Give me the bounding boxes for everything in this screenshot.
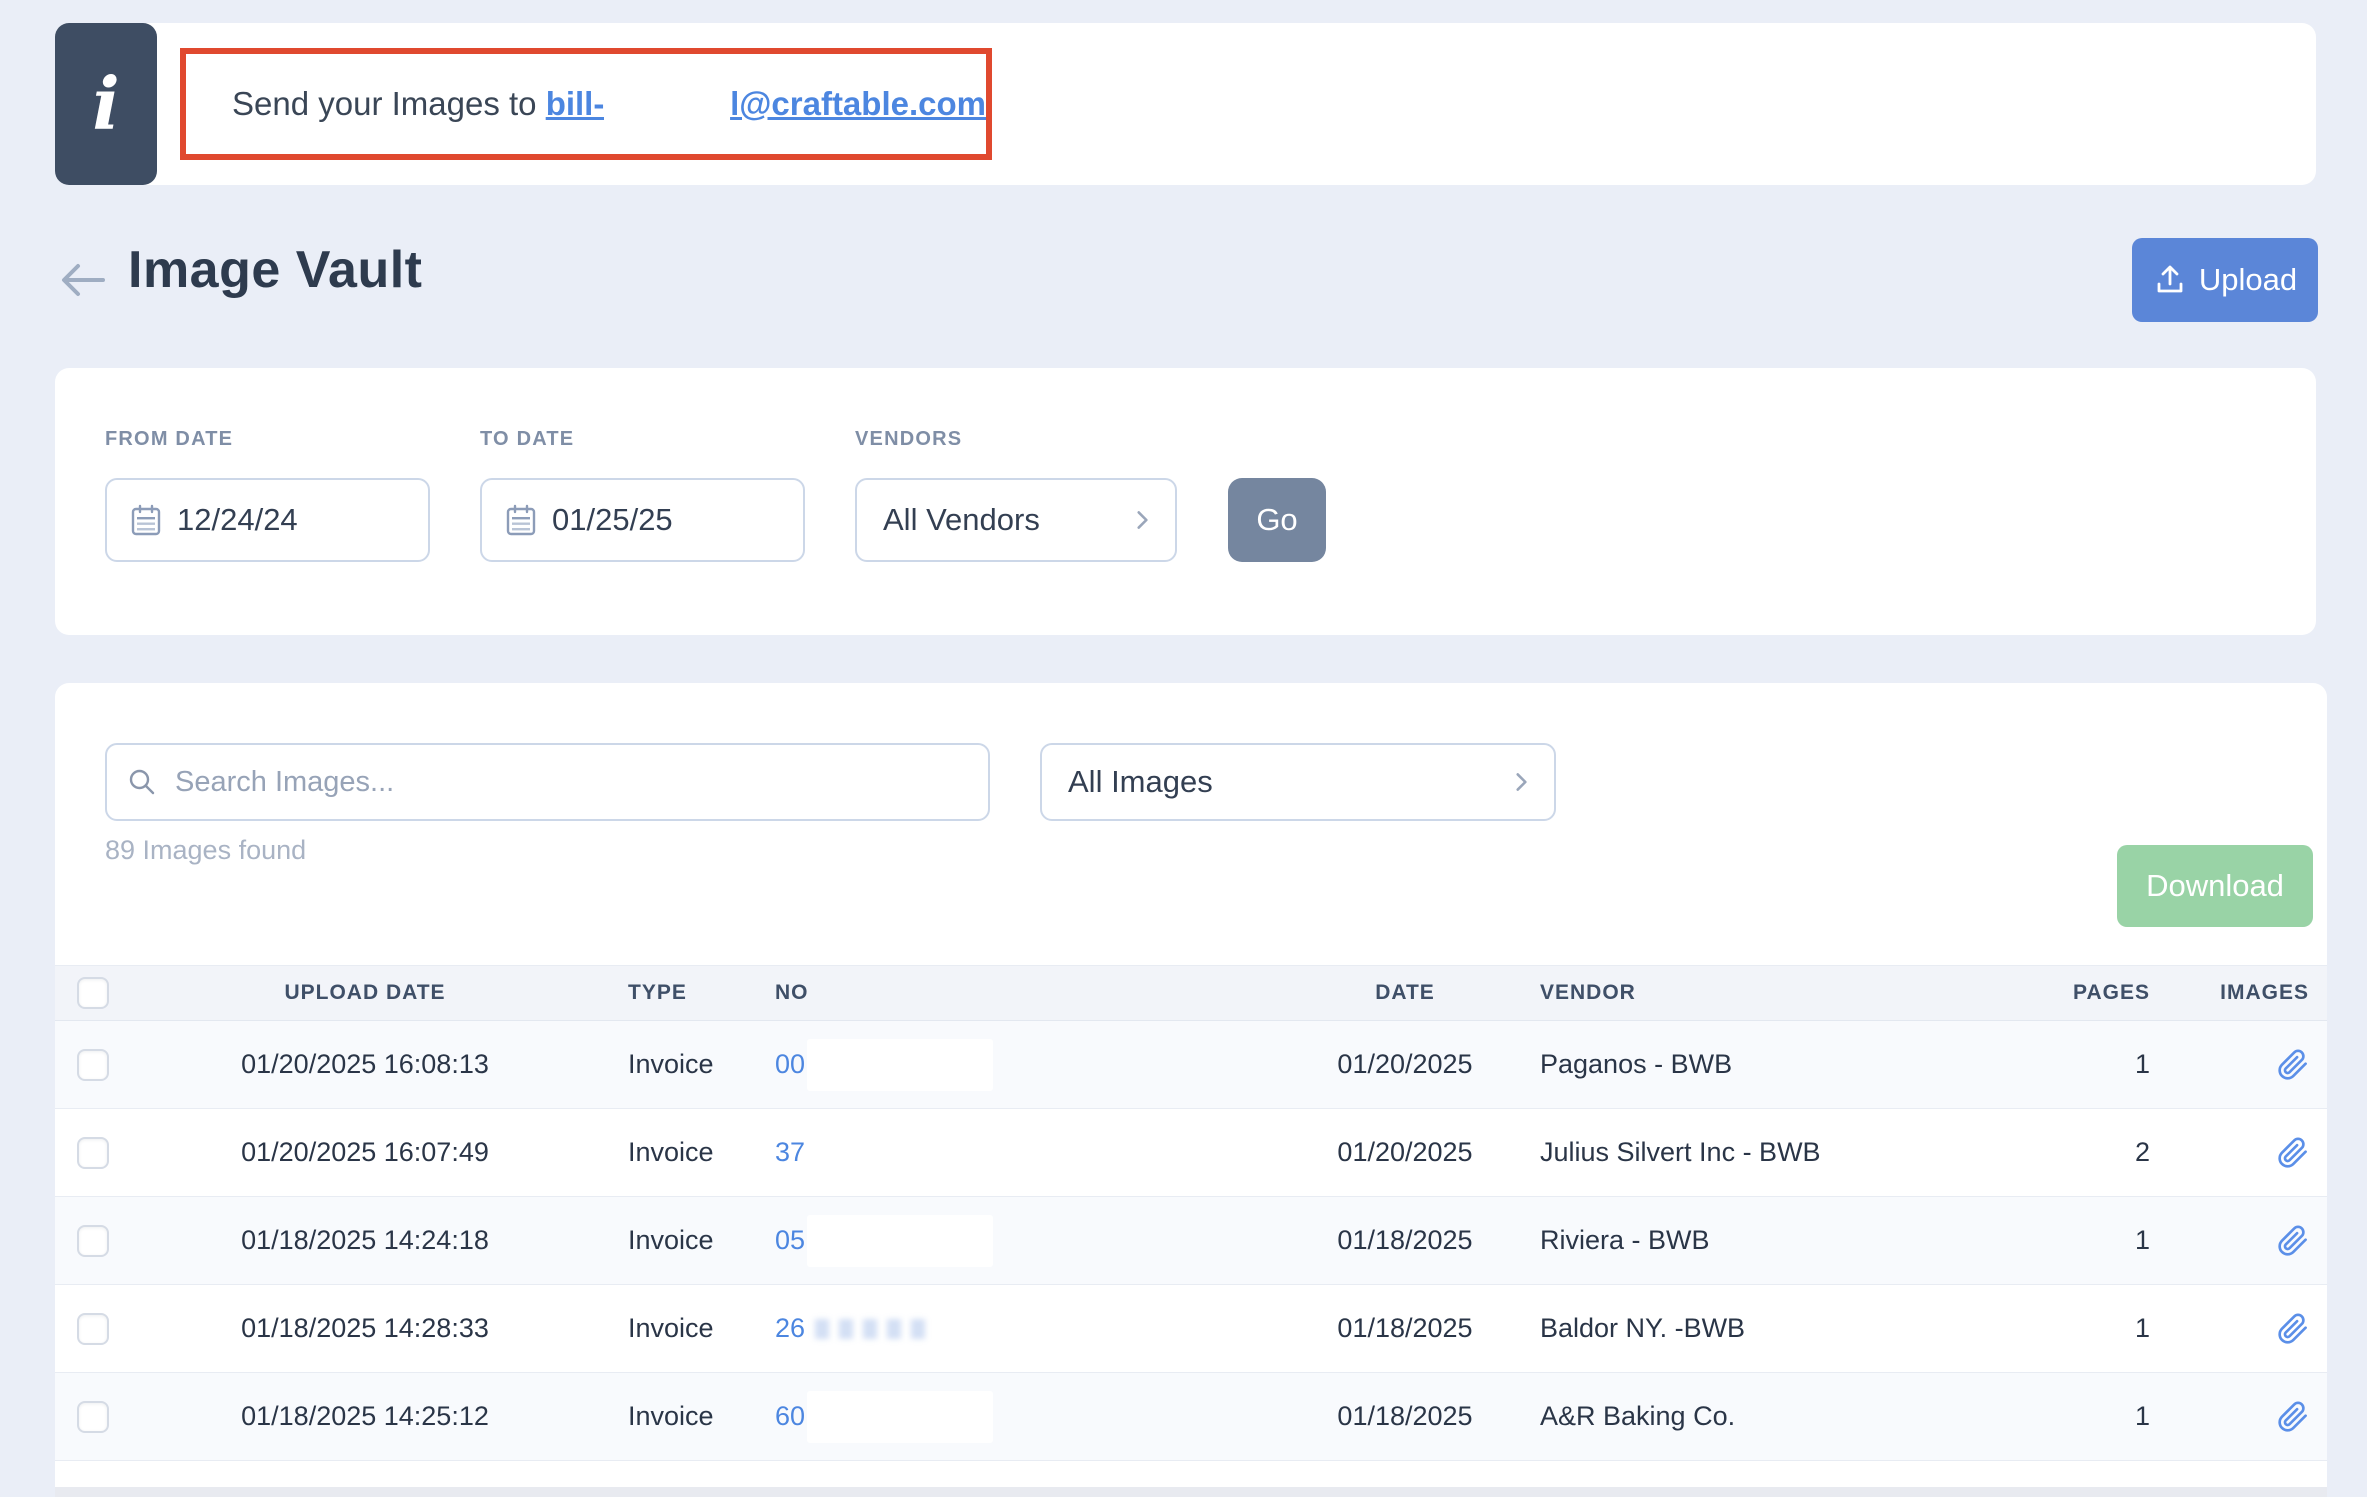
email-redaction-box: [604, 82, 730, 126]
cell-type: Invoice: [600, 1401, 755, 1432]
search-input[interactable]: [173, 765, 968, 800]
banner-message: Send your Images to: [232, 85, 546, 123]
cell-vendor: Baldor NY. -BWB: [1495, 1313, 1985, 1344]
cell-pages: 1: [1985, 1401, 2150, 1432]
upload-email-link-part1[interactable]: bill-: [546, 85, 605, 123]
cell-upload-date: 01/18/2025 14:24:18: [130, 1225, 600, 1256]
table-header: UPLOAD DATE TYPE NO DATE VENDOR PAGES IM…: [55, 965, 2327, 1021]
table-row: 01/20/2025 16:07:49 Invoice 37 01/20/202…: [55, 1109, 2327, 1197]
select-all-checkbox[interactable]: [77, 977, 109, 1009]
chevron-right-icon: [1508, 769, 1534, 795]
cell-upload-date: 01/18/2025 14:28:33: [130, 1313, 600, 1344]
column-images: IMAGES: [2150, 981, 2327, 1005]
cell-date: 01/18/2025: [1315, 1313, 1495, 1344]
calendar-icon: [506, 504, 536, 536]
search-box: [105, 743, 990, 821]
upload-icon: [2153, 263, 2187, 297]
column-pages: PAGES: [1985, 981, 2150, 1005]
info-banner: i Send your Images to bill-l@craftable.c…: [55, 23, 2316, 185]
image-type-dropdown[interactable]: All Images: [1040, 743, 1556, 821]
chevron-right-icon: [1129, 507, 1155, 533]
to-date-label: TO DATE: [480, 428, 574, 451]
upload-button[interactable]: Upload: [2132, 238, 2318, 322]
column-vendor: VENDOR: [1495, 981, 1985, 1005]
from-date-input[interactable]: 12/24/24: [105, 478, 430, 562]
cell-vendor: Paganos - BWB: [1495, 1049, 1985, 1080]
download-button[interactable]: Download: [2117, 845, 2313, 927]
attachment-paperclip-icon[interactable]: [2150, 1313, 2327, 1345]
info-icon: i: [55, 23, 157, 185]
image-type-dropdown-value: All Images: [1068, 764, 1213, 800]
calendar-icon: [131, 504, 161, 536]
filter-panel: FROM DATE TO DATE VENDORS 12/24/24: [55, 368, 2316, 635]
attachment-paperclip-icon[interactable]: [2150, 1137, 2327, 1169]
back-arrow-icon[interactable]: [57, 258, 109, 302]
results-count: 89 Images found: [105, 835, 306, 866]
table-row: 01/18/2025 14:24:18 Invoice 05 01/18/202…: [55, 1197, 2327, 1285]
attachment-paperclip-icon[interactable]: [2150, 1049, 2327, 1081]
row-checkbox[interactable]: [77, 1225, 109, 1257]
cell-upload-date: 01/20/2025 16:07:49: [130, 1137, 600, 1168]
row-checkbox[interactable]: [77, 1049, 109, 1081]
cell-type: Invoice: [600, 1137, 755, 1168]
to-date-input[interactable]: 01/25/25: [480, 478, 805, 562]
column-type: TYPE: [600, 981, 755, 1005]
attachment-paperclip-icon[interactable]: [2150, 1225, 2327, 1257]
column-no: NO: [755, 981, 1315, 1005]
cell-pages: 1: [1985, 1225, 2150, 1256]
table-row: 01/18/2025 14:25:12 Invoice 60 01/18/202…: [55, 1373, 2327, 1461]
table-row: 01/20/2025 16:08:13 Invoice 00 01/20/202…: [55, 1021, 2327, 1109]
go-button[interactable]: Go: [1228, 478, 1326, 562]
cell-type: Invoice: [600, 1313, 755, 1344]
cell-vendor: Riviera - BWB: [1495, 1225, 1985, 1256]
bottom-scroll-edge: [55, 1487, 2327, 1497]
cell-date: 01/18/2025: [1315, 1225, 1495, 1256]
cell-pages: 2: [1985, 1137, 2150, 1168]
to-date-value: 01/25/25: [552, 502, 673, 538]
cell-pages: 1: [1985, 1049, 2150, 1080]
cell-pages: 1: [1985, 1313, 2150, 1344]
email-callout: Send your Images to bill-l@craftable.com: [180, 48, 992, 160]
cell-date: 01/20/2025: [1315, 1049, 1495, 1080]
table-row: 01/18/2025 14:28:33 Invoice 26 01/18/202…: [55, 1285, 2327, 1373]
cell-type: Invoice: [600, 1225, 755, 1256]
invoice-number-link[interactable]: 05: [775, 1225, 805, 1256]
row-checkbox[interactable]: [77, 1401, 109, 1433]
invoice-number-link[interactable]: 26: [775, 1313, 805, 1344]
attachment-paperclip-icon[interactable]: [2150, 1401, 2327, 1433]
redaction-box: [807, 1127, 993, 1179]
upload-button-label: Upload: [2199, 262, 2297, 298]
cell-vendor: A&R Baking Co.: [1495, 1401, 1985, 1432]
redaction-box: [807, 1215, 993, 1267]
redaction-box: [807, 1039, 993, 1091]
invoice-number-link[interactable]: 00: [775, 1049, 805, 1080]
invoice-number-link[interactable]: 37: [775, 1137, 805, 1168]
vendors-dropdown-value: All Vendors: [883, 502, 1040, 538]
search-icon: [127, 767, 157, 797]
upload-email-link-part2[interactable]: l@craftable.com: [730, 85, 986, 123]
redaction-box: [807, 1303, 993, 1355]
from-date-label: FROM DATE: [105, 428, 233, 451]
vendors-dropdown[interactable]: All Vendors: [855, 478, 1177, 562]
invoice-number-link[interactable]: 60: [775, 1401, 805, 1432]
page-title: Image Vault: [128, 240, 423, 300]
cell-upload-date: 01/18/2025 14:25:12: [130, 1401, 600, 1432]
redaction-box: [807, 1391, 993, 1443]
row-checkbox[interactable]: [77, 1137, 109, 1169]
row-checkbox[interactable]: [77, 1313, 109, 1345]
vendors-label: VENDORS: [855, 428, 962, 451]
column-date: DATE: [1315, 981, 1495, 1005]
cell-upload-date: 01/20/2025 16:08:13: [130, 1049, 600, 1080]
table-body: 01/20/2025 16:08:13 Invoice 00 01/20/202…: [55, 1021, 2327, 1497]
cell-date: 01/18/2025: [1315, 1401, 1495, 1432]
image-vault-page: i Send your Images to bill-l@craftable.c…: [0, 0, 2367, 1497]
images-panel: All Images 89 Images found Download UPLO…: [55, 683, 2327, 1497]
cell-date: 01/20/2025: [1315, 1137, 1495, 1168]
cell-type: Invoice: [600, 1049, 755, 1080]
from-date-value: 12/24/24: [177, 502, 298, 538]
column-upload-date: UPLOAD DATE: [130, 981, 600, 1005]
cell-vendor: Julius Silvert Inc - BWB: [1495, 1137, 1985, 1168]
